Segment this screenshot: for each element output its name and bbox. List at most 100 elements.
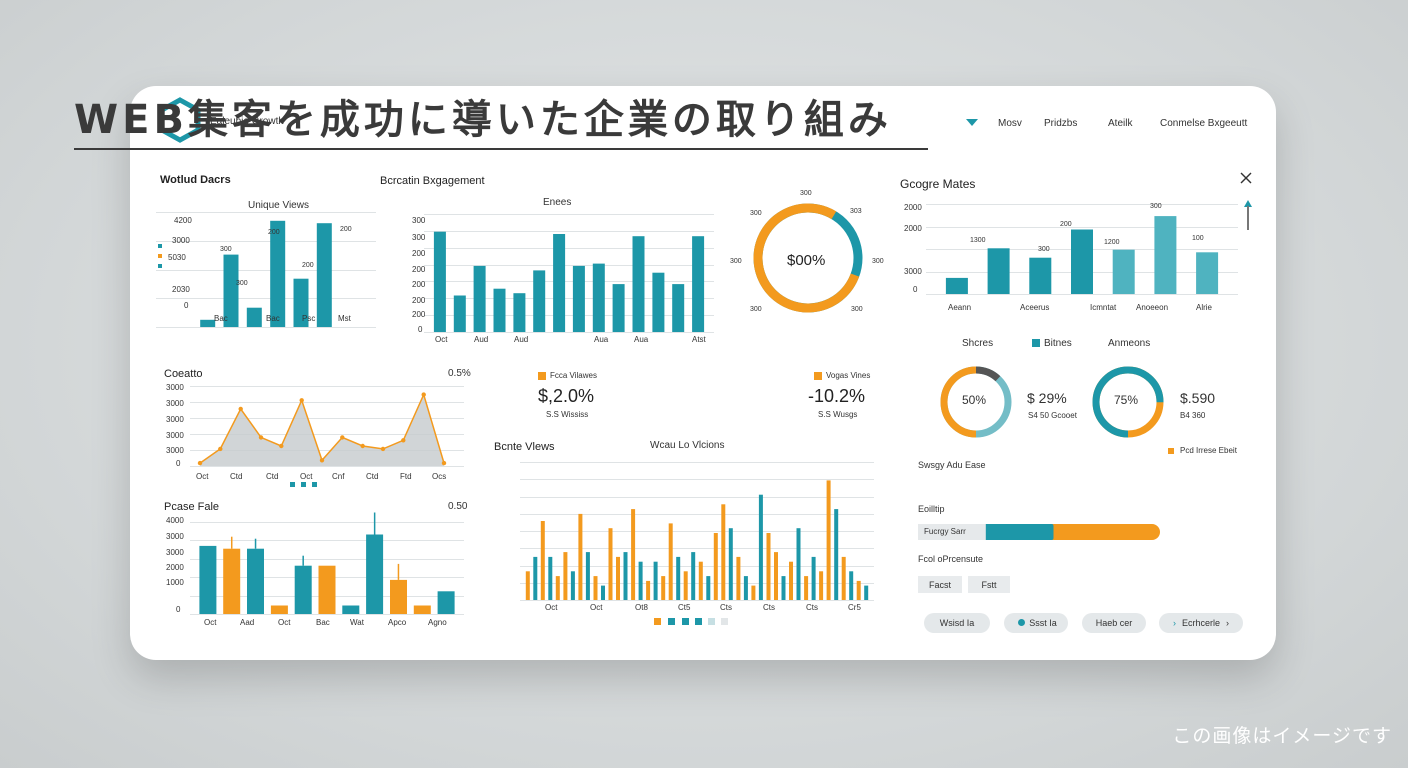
x-tick: Ctd (266, 472, 279, 481)
data-label: 300 (1150, 203, 1162, 210)
y-tick: 4200 (174, 216, 192, 225)
filter-pill[interactable]: Facst (918, 576, 962, 593)
data-point (238, 406, 243, 412)
bar (631, 509, 636, 600)
bar (413, 605, 431, 614)
nav-item[interactable]: Mosv (998, 118, 1022, 129)
donut-label: 300 (730, 258, 742, 265)
action-button-label: Ssst Ia (1029, 618, 1057, 628)
y-tick: 2030 (172, 285, 190, 294)
data-point (380, 446, 386, 452)
nav-item[interactable]: Conmelse Bxgeeutt (1160, 118, 1247, 129)
donut-label: 300 (750, 210, 762, 217)
donut-label: 300 (851, 306, 863, 313)
metric-value: -10.2% (808, 386, 866, 406)
filter-pill[interactable]: Fstt (968, 576, 1010, 593)
bar (473, 265, 486, 332)
bar (743, 576, 748, 600)
bar (593, 576, 598, 600)
bar (796, 528, 801, 600)
bar (652, 272, 665, 332)
chevron-down-icon[interactable] (966, 118, 980, 128)
footer-note: この画像はイメージです (1172, 726, 1392, 747)
data-point (401, 438, 406, 443)
bar (987, 248, 1010, 294)
x-tick: Oct (435, 335, 448, 344)
action-button[interactable]: Ssst Ia (1004, 613, 1068, 633)
data-label: 300 (220, 246, 232, 253)
x-tick: Cnf (332, 472, 345, 481)
bar (200, 319, 216, 327)
data-label: 100 (1192, 235, 1204, 242)
close-icon[interactable] (1240, 172, 1252, 184)
x-tick: Atst (692, 335, 706, 344)
data-label: 1300 (970, 237, 986, 244)
nav-item[interactable]: Ateilk (1108, 118, 1132, 129)
x-tick: Apco (388, 618, 407, 627)
x-tick: Bac (214, 314, 228, 323)
y-tick: 200 (412, 249, 426, 258)
y-tick: 3000 (166, 399, 184, 408)
bar (316, 223, 332, 327)
x-tick: Ot8 (635, 603, 648, 612)
y-tick: 3000 (166, 446, 184, 455)
bar (1196, 252, 1219, 294)
legend-marker (158, 264, 162, 268)
x-tick: Aua (634, 335, 649, 344)
x-tick: Aceerus (1020, 303, 1050, 312)
bottom-mid-chart (520, 462, 874, 601)
legend-marker (158, 244, 162, 248)
panel-title: Wotlud Dacrs (160, 174, 231, 186)
bar (585, 552, 590, 600)
data-label: 200 (302, 262, 314, 269)
ring-amount: $ 29% (1027, 390, 1067, 406)
bar (453, 295, 466, 332)
metric-note: S.S Wusgs (818, 410, 858, 419)
hero-underline (74, 148, 928, 150)
x-tick: Alrie (1196, 303, 1213, 312)
action-button[interactable]: Wsisd Ia (924, 613, 990, 633)
action-button[interactable]: Haeb cer (1082, 613, 1146, 633)
side-label: Fcol oPrcensute (918, 554, 984, 564)
x-tick: Aua (594, 335, 609, 344)
scroll-indicator-icon[interactable] (1244, 200, 1252, 230)
panel-subtitle: Unique Views (248, 200, 309, 211)
bar (638, 561, 643, 600)
progress-label: Fucrgy Sarr (924, 527, 966, 536)
bar (758, 494, 763, 600)
next-button[interactable]: › Ecrhcerle › (1159, 613, 1243, 633)
data-point (360, 443, 365, 449)
google-metrics-chart (926, 204, 1238, 295)
bar (601, 585, 605, 600)
bar (342, 605, 360, 614)
panel-value: 0.50 (448, 501, 468, 512)
x-tick: Cts (720, 603, 732, 612)
data-point (421, 392, 426, 397)
bar (668, 523, 673, 600)
ring-amount: $.590 (1180, 390, 1216, 406)
x-tick: Cts (763, 603, 775, 612)
panel-value: 0.5% (448, 368, 471, 379)
x-tick: Ctd (366, 472, 379, 481)
y-tick: 3000 (172, 236, 190, 245)
donut-label: 303 (850, 208, 862, 215)
engagement-chart (424, 214, 714, 333)
pagination-dots-icon[interactable] (290, 482, 320, 488)
y-tick: 0 (184, 301, 189, 310)
x-tick: Wat (350, 618, 364, 627)
data-label: 1200 (1104, 239, 1120, 246)
legend-swatches (654, 618, 728, 625)
y-tick: 3000 (166, 548, 184, 557)
data-label: 200 (268, 229, 280, 236)
bar (653, 561, 658, 600)
nav-item[interactable]: Pridzbs (1044, 118, 1077, 129)
bar (533, 270, 546, 332)
donut-label: 300 (800, 190, 812, 197)
donut-center-value: $00% (787, 252, 826, 269)
y-tick: 3000 (166, 431, 184, 440)
bar (493, 288, 506, 332)
bar (691, 552, 696, 600)
bar (199, 545, 217, 614)
panel-title: Pcase Fale (164, 501, 220, 513)
status-legend: Pcd Irrese Ebeit (1180, 446, 1237, 455)
